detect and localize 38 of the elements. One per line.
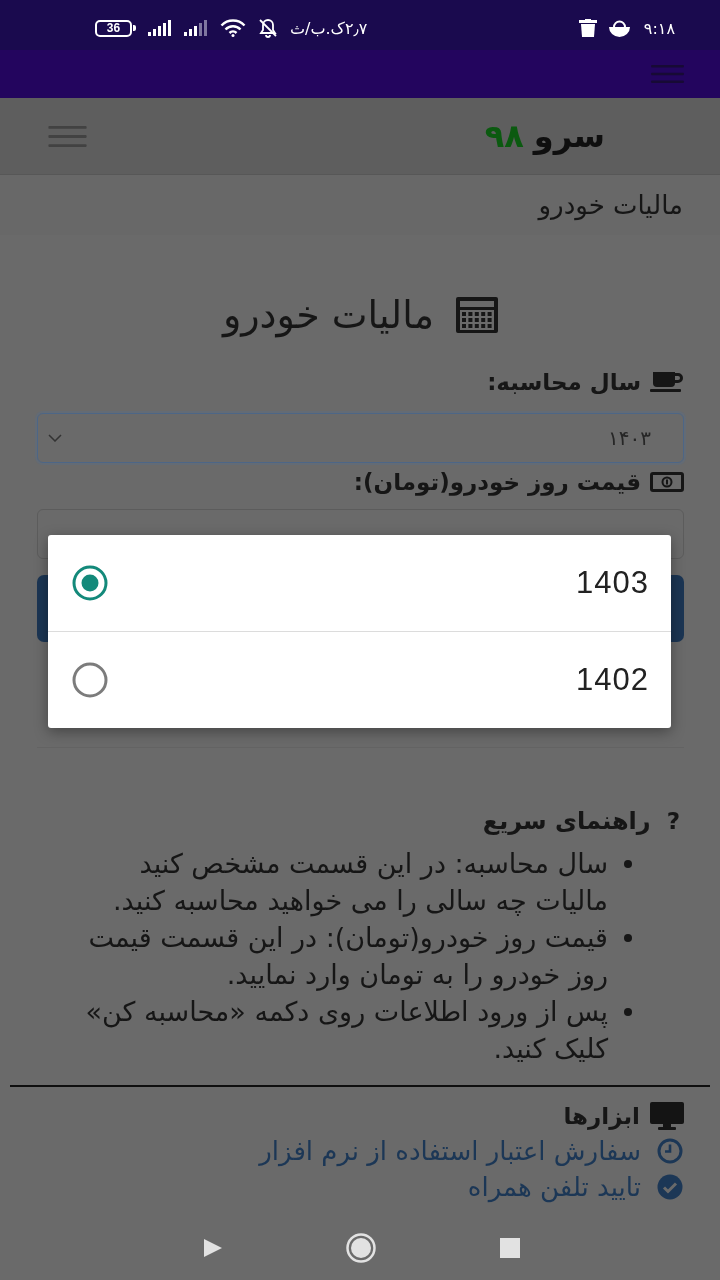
tool-link[interactable]: تایید تلفن همراه bbox=[467, 1172, 641, 1202]
page-title: مالیات خودرو bbox=[222, 293, 435, 337]
help-item: پس از ورود اطلاعات روی دکمه «محاسبه کن» کلیک کنید. bbox=[84, 995, 608, 1066]
year-option[interactable]: 1402 bbox=[48, 631, 671, 728]
signal-bars-icon bbox=[184, 20, 208, 36]
brand-number: ۹۸ bbox=[484, 120, 524, 152]
help-title: راهنمای سریع bbox=[482, 807, 651, 835]
year-option[interactable]: 1403 bbox=[48, 535, 671, 631]
chevron-down-icon bbox=[48, 434, 62, 442]
question-mark-icon: ? bbox=[666, 808, 680, 834]
monitor-icon bbox=[650, 1102, 684, 1130]
tools-title: ابزارها bbox=[563, 1103, 640, 1129]
calculator-icon bbox=[456, 297, 499, 333]
recents-icon[interactable] bbox=[500, 1237, 520, 1258]
tool-link[interactable]: سفارش اعتبار استفاده از نرم افزار bbox=[259, 1136, 641, 1166]
mug-icon bbox=[650, 372, 684, 392]
year-select[interactable]: ۱۴۰۳ bbox=[37, 413, 684, 463]
trash-icon bbox=[578, 19, 597, 37]
breadcrumb: مالیات خودرو bbox=[538, 190, 683, 220]
help-item: قیمت روز خودرو(تومان): در این قسمت قیمت روز خودرو را به تومان وارد نمایید. bbox=[87, 921, 608, 993]
bullet-icon bbox=[624, 934, 632, 942]
signal-bars-icon bbox=[148, 20, 172, 36]
check-circle-icon bbox=[657, 1174, 683, 1200]
basket-icon bbox=[608, 19, 630, 37]
field-label: سال محاسبه: bbox=[487, 369, 641, 395]
clock-icon bbox=[657, 1138, 683, 1164]
back-icon[interactable] bbox=[204, 1238, 222, 1257]
help-item: سال محاسبه: در این قسمت مشخص کنید مالیات چه سالی را می خواهید محاسبه کنید. bbox=[112, 847, 608, 919]
banknote-icon bbox=[650, 472, 684, 492]
field-label: قیمت روز خودرو(تومان): bbox=[353, 469, 641, 495]
clock-time: ۹:۱۸ bbox=[643, 18, 675, 38]
bullet-icon bbox=[624, 1008, 632, 1016]
network-speed: ۲٫۷ک.ب/ث bbox=[290, 18, 368, 38]
wifi-icon bbox=[220, 19, 246, 37]
battery-indicator: 36 bbox=[95, 19, 136, 37]
bullet-icon bbox=[624, 860, 632, 868]
home-icon[interactable] bbox=[346, 1232, 376, 1263]
bell-off-icon bbox=[258, 18, 278, 38]
